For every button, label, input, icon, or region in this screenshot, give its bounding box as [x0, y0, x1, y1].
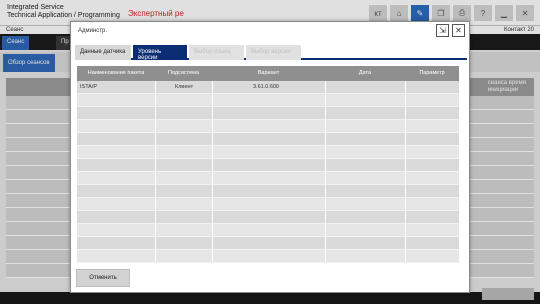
table-row[interactable] — [77, 146, 459, 159]
dialog-title: Админстр. — [78, 28, 108, 34]
column-divider — [212, 81, 213, 262]
tab-version-select[interactable]: Выбор версии — [246, 45, 301, 60]
column-package-name: Наименование пакета — [87, 70, 145, 76]
export-icon[interactable]: ⇲ — [436, 24, 449, 37]
dialog-close-icon[interactable]: ✕ — [452, 24, 465, 37]
column-divider — [155, 81, 156, 262]
column-divider — [325, 81, 326, 262]
tab-version-level[interactable]: Уровень версии — [133, 45, 187, 61]
table-row[interactable] — [77, 120, 459, 133]
table-row[interactable] — [77, 172, 459, 185]
column-divider — [405, 81, 406, 262]
tab-language-select[interactable]: Выбор языка — [189, 45, 244, 60]
table-row[interactable] — [77, 133, 459, 146]
column-date: Дата — [358, 70, 372, 76]
version-table: Наименование пакета Подсистема Вариант Д… — [77, 66, 461, 285]
table-row[interactable] — [77, 94, 459, 107]
table-row[interactable] — [77, 224, 459, 237]
cancel-button[interactable]: Отменить — [76, 269, 130, 287]
table-row[interactable] — [77, 107, 459, 120]
table-header: Наименование пакета Подсистема Вариант Д… — [77, 66, 459, 81]
cell-package: ISTA/P — [80, 84, 98, 90]
table-row[interactable] — [77, 185, 459, 198]
dialog-tabs: Данные датчика Уровень версии Выбор язык… — [75, 43, 467, 61]
table-row[interactable] — [77, 159, 459, 172]
table-row[interactable] — [77, 211, 459, 224]
column-subsystem: Подсистема — [167, 70, 200, 76]
cell-subsystem: Клиент — [175, 84, 194, 90]
table-row[interactable] — [77, 198, 459, 211]
cell-variant: 3.61.0.600 — [253, 84, 279, 90]
tab-sensor-data[interactable]: Данные датчика — [75, 45, 131, 60]
table-row[interactable]: ISTA/P Клиент 3.61.0.600 — [77, 81, 459, 94]
admin-dialog: Админстр. ⇲ ✕ Данные датчика Уровень вер… — [70, 21, 470, 293]
table-row[interactable] — [77, 237, 459, 250]
column-variant: Вариант — [257, 70, 280, 76]
table-row[interactable] — [77, 250, 459, 263]
column-parameter: Параметр — [419, 70, 445, 76]
